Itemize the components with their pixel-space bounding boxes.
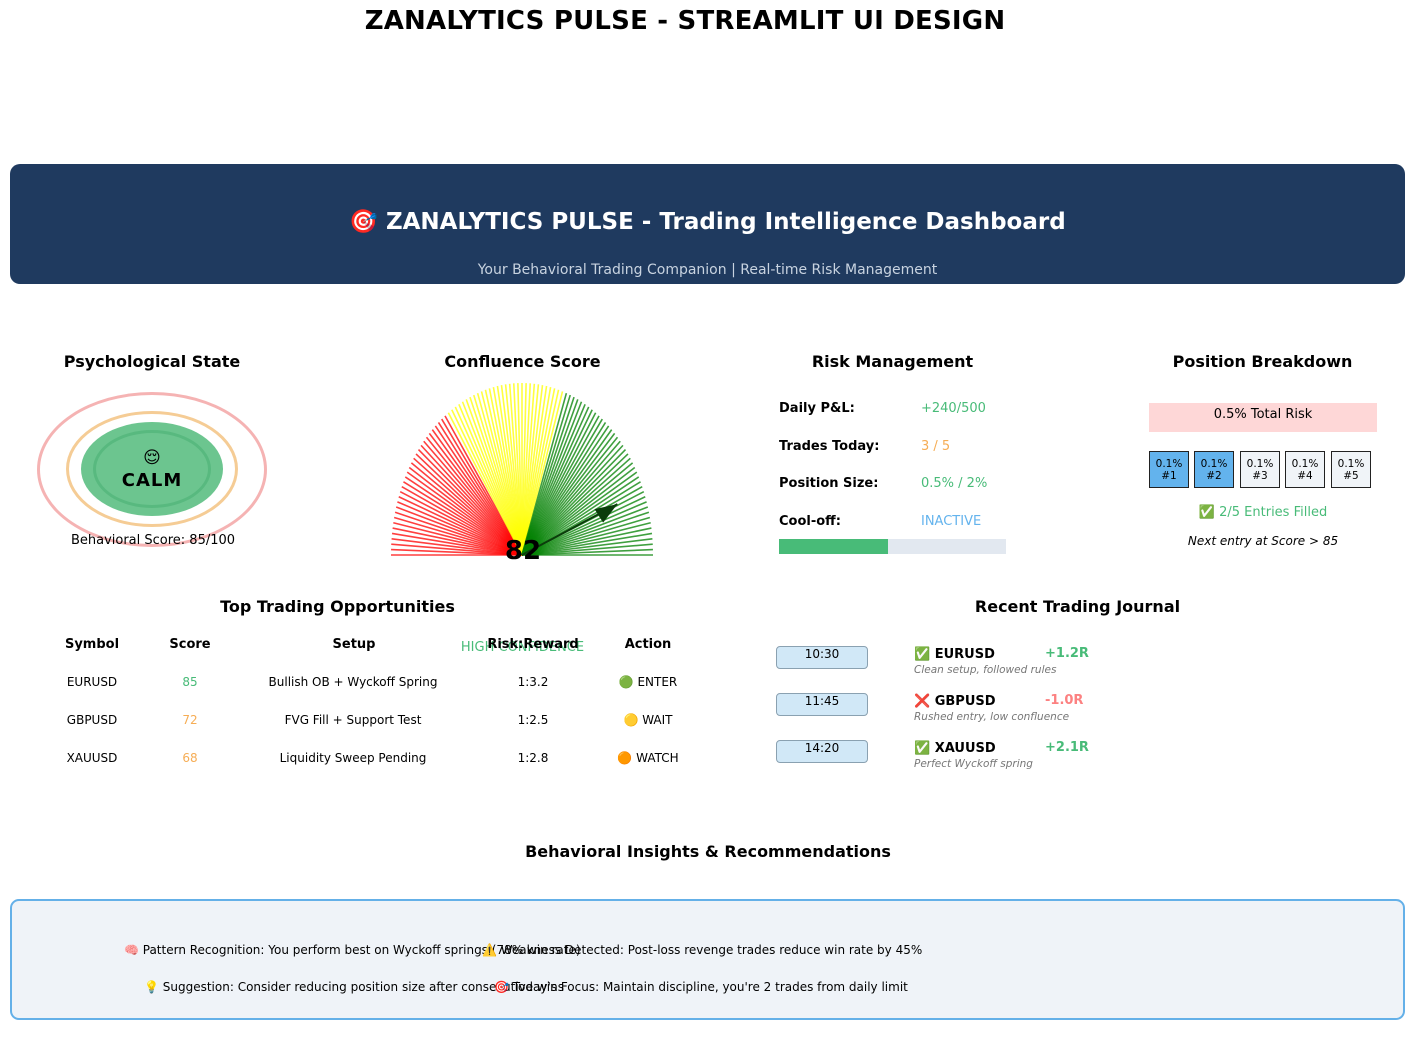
row-symbol: GBPUSD — [66, 713, 118, 727]
enter-action[interactable]: 🟢 ENTER — [598, 675, 698, 689]
position-size-value: 0.5% / 2% — [921, 476, 988, 491]
journal-result: +1.2R — [1045, 646, 1089, 661]
entry-slot: 0.1% #3 — [1240, 451, 1280, 488]
row-risk-reward: 1:3.2 — [517, 675, 549, 689]
cooloff-value: INACTIVE — [921, 514, 982, 529]
row-symbol: XAUUSD — [66, 751, 118, 765]
entry-slot: 0.1% #4 — [1285, 451, 1325, 488]
journal-title: Recent Trading Journal — [974, 597, 1181, 616]
cooloff-label: Cool-off: — [779, 514, 841, 529]
row-setup: Bullish OB + Wyckoff Spring — [268, 675, 438, 689]
journal-note: Rushed entry, low confluence — [914, 711, 1070, 723]
entry-slot-risk: 0.1% — [1246, 458, 1274, 470]
col-score: Score — [169, 637, 211, 652]
row-risk-reward: 1:2.8 — [517, 751, 549, 765]
total-risk-banner: 0.5% Total Risk — [1149, 403, 1377, 432]
trades-today-value: 3 / 5 — [921, 439, 951, 454]
psych-state-title: Psychological State — [63, 352, 241, 371]
psych-state-indicator: 😌 CALM — [37, 392, 267, 547]
risk-title: Risk Management — [811, 352, 974, 371]
position-size-label: Position Size: — [779, 476, 879, 491]
journal-symbol: ✅ XAUUSD — [914, 741, 996, 756]
row-score: 72 — [182, 713, 198, 727]
col-symbol: Symbol — [64, 637, 120, 652]
behavioral-score: Behavioral Score: 85/100 — [70, 533, 236, 548]
entry-slot-id: #4 — [1297, 470, 1313, 482]
col-setup: Setup — [332, 637, 376, 652]
journal-result: +2.1R — [1045, 740, 1089, 755]
header-banner: 🎯 ZANALYTICS PULSE - Trading Intelligenc… — [10, 164, 1405, 284]
wait-action[interactable]: 🟡 WAIT — [598, 713, 698, 727]
journal-time: 10:30 — [776, 646, 868, 669]
journal-result: -1.0R — [1045, 693, 1084, 708]
pnl-progress-fill — [779, 539, 888, 554]
calm-core: 😌 CALM — [81, 422, 223, 516]
entry-slot-risk: 0.1% — [1337, 458, 1365, 470]
insights-title: Behavioral Insights & Recommendations — [525, 842, 891, 861]
daily-pnl-label: Daily P&L: — [779, 401, 855, 416]
entry-slot-id: #3 — [1252, 470, 1268, 482]
confluence-score-value: 82 — [504, 536, 542, 566]
psych-state-label: CALM — [121, 470, 183, 491]
position-title: Position Breakdown — [1172, 352, 1353, 371]
journal-note: Clean setup, followed rules — [914, 664, 1057, 676]
journal-time: 14:20 — [776, 740, 868, 763]
row-risk-reward: 1:2.5 — [517, 713, 549, 727]
entry-slot: 0.1% #1 — [1149, 451, 1189, 488]
confluence-title: Confluence Score — [444, 352, 601, 371]
row-score: 85 — [182, 675, 198, 689]
entry-slot-id: #2 — [1206, 470, 1222, 482]
entry-slot-id: #5 — [1343, 470, 1359, 482]
gauge-fan — [391, 383, 653, 556]
journal-note: Perfect Wyckoff spring — [914, 758, 1033, 770]
entry-slot-risk: 0.1% — [1200, 458, 1228, 470]
total-risk-text: 0.5% Total Risk — [1213, 407, 1313, 422]
row-setup: Liquidity Sweep Pending — [279, 751, 427, 765]
insight-focus: 🎯 Today's Focus: Maintain discipline, yo… — [494, 980, 908, 994]
insight-weakness: ⚠️ Weakness Detected: Post-loss revenge … — [482, 943, 923, 957]
next-entry-note: Next entry at Score > 85 — [1187, 534, 1339, 548]
opportunities-title: Top Trading Opportunities — [220, 597, 455, 616]
daily-pnl-value: +240/500 — [921, 401, 986, 416]
calm-face-icon: 😌 — [143, 448, 161, 468]
dashboard-subtitle: Your Behavioral Trading Companion | Real… — [477, 262, 938, 278]
journal-symbol: ❌ GBPUSD — [914, 694, 996, 709]
entry-slot-id: #1 — [1161, 470, 1177, 482]
entry-slot: 0.1% #5 — [1331, 451, 1371, 488]
col-action: Action — [624, 637, 672, 652]
row-symbol: EURUSD — [66, 675, 118, 689]
pnl-progress-track — [779, 539, 1006, 554]
trades-today-label: Trades Today: — [779, 439, 880, 454]
entry-slot-risk: 0.1% — [1291, 458, 1319, 470]
entry-slot: 0.1% #2 — [1194, 451, 1234, 488]
page-title: ZANALYTICS PULSE - STREAMLIT UI DESIGN — [364, 6, 1006, 36]
row-setup: FVG Fill + Support Test — [284, 713, 422, 727]
journal-symbol: ✅ EURUSD — [914, 647, 995, 662]
watch-action[interactable]: 🟠 WATCH — [598, 751, 698, 765]
insights-box — [10, 899, 1405, 1020]
inner-ring — [93, 430, 211, 508]
col-risk-reward: Risk:Reward — [487, 637, 579, 652]
entries-filled: ✅ 2/5 Entries Filled — [1198, 505, 1328, 520]
row-score: 68 — [182, 751, 198, 765]
journal-time: 11:45 — [776, 693, 868, 716]
dashboard-title: 🎯 ZANALYTICS PULSE - Trading Intelligenc… — [349, 209, 1066, 235]
entry-slot-risk: 0.1% — [1155, 458, 1183, 470]
